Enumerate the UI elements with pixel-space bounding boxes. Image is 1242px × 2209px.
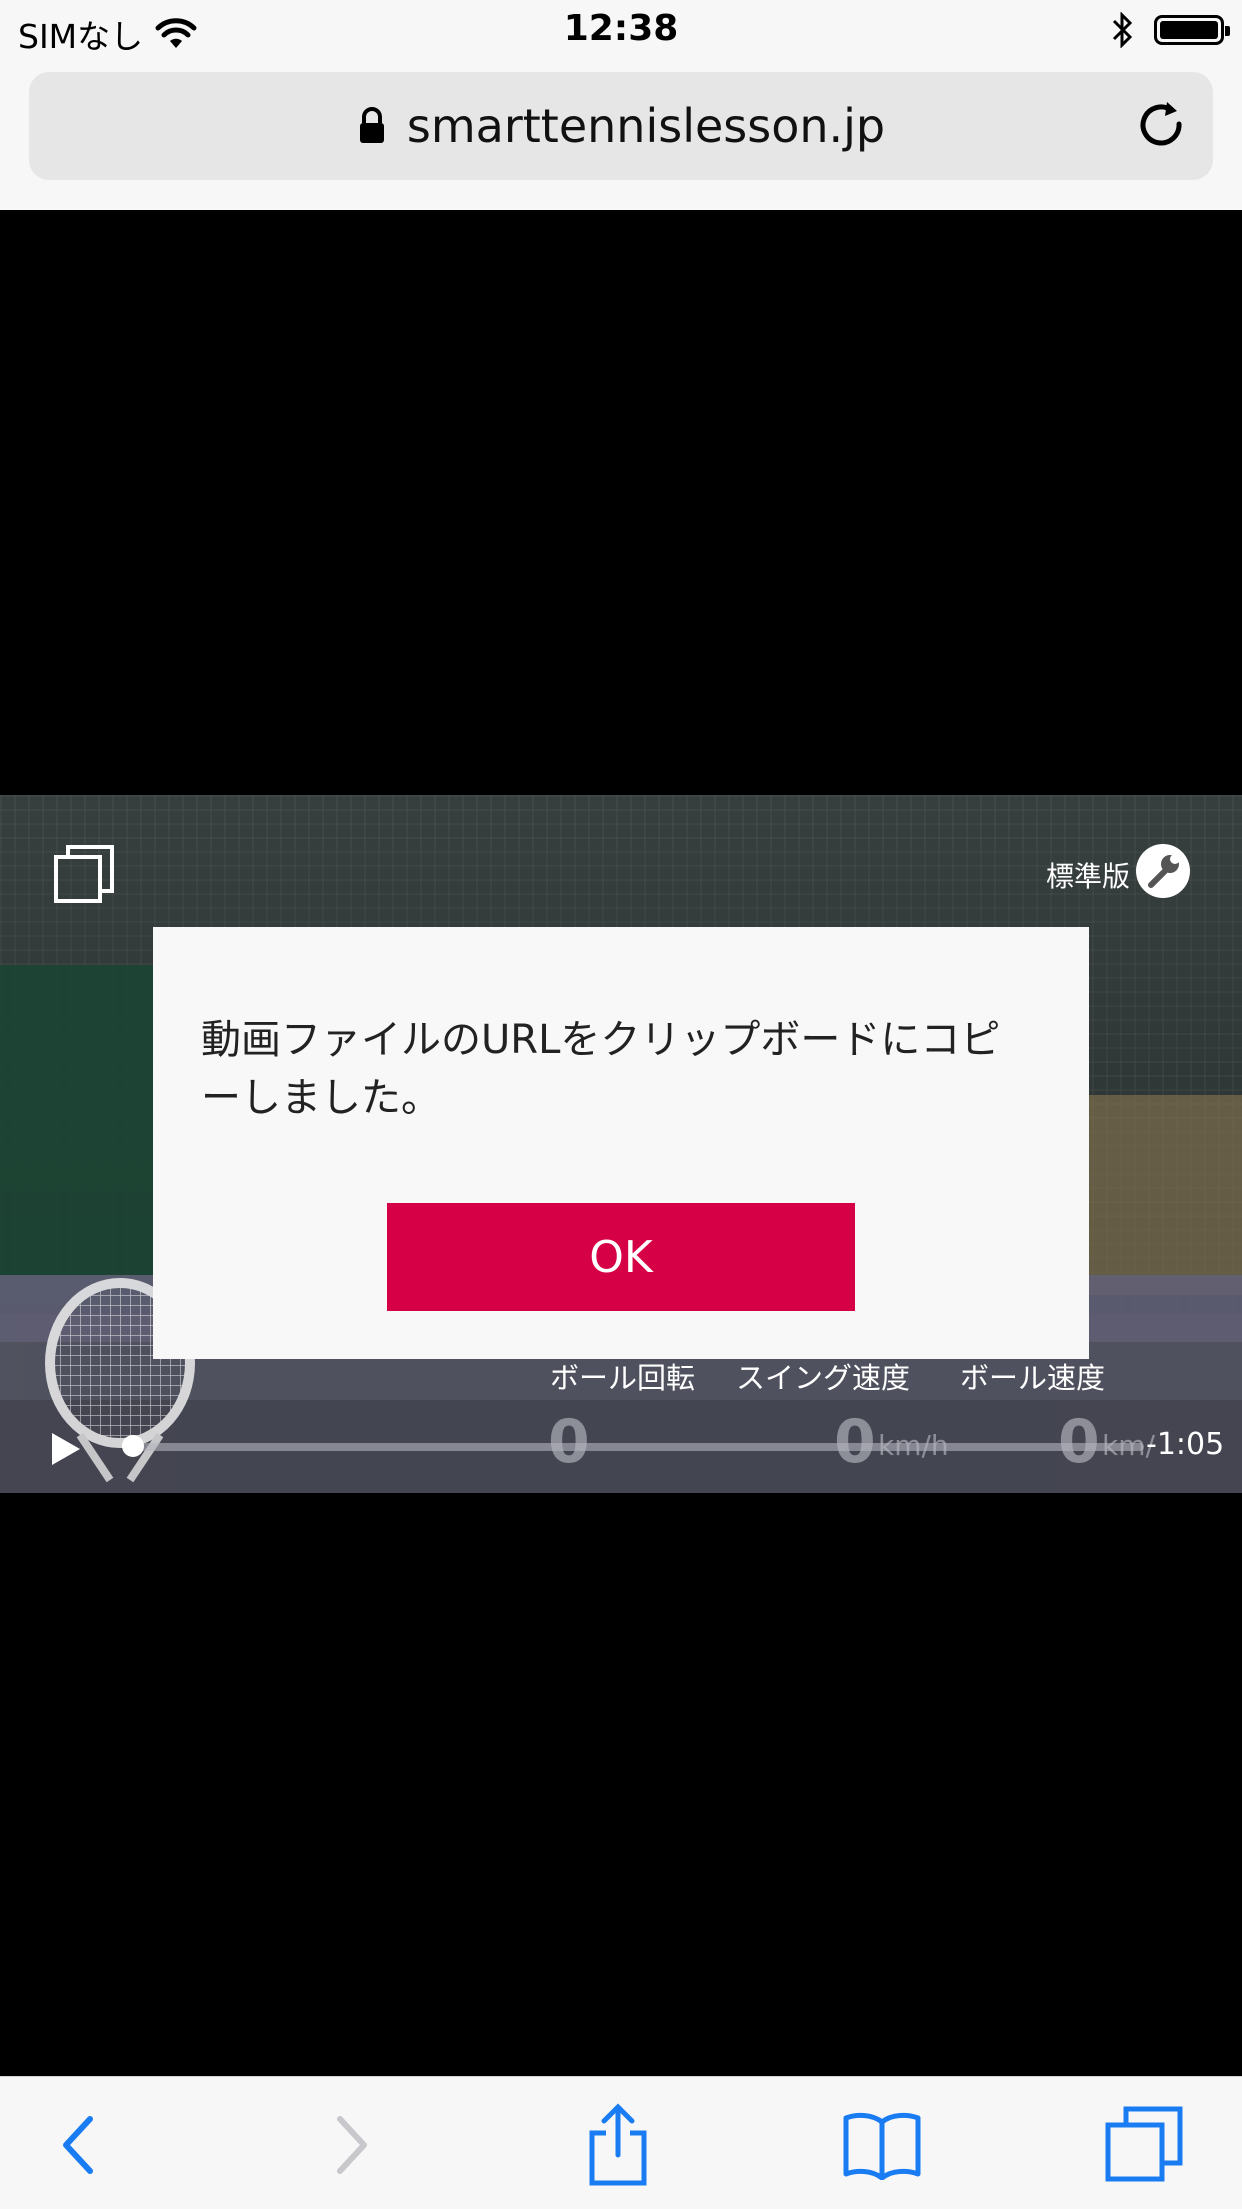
progress-knob[interactable] xyxy=(122,1435,144,1457)
stat-value-ball-speed: 0 xyxy=(1058,1407,1100,1477)
stat-value-ball-spin: 0 xyxy=(548,1407,590,1477)
stat-value-swing-speed: 0 xyxy=(834,1407,876,1477)
stat-label-ball-spin: ボール回転 xyxy=(550,1361,696,1395)
alert-dialog: 動画ファイルのURLをクリップボードにコピーしました。 OK xyxy=(153,927,1089,1359)
lock-icon xyxy=(359,107,384,143)
status-bar: SIMなし 12:38 xyxy=(0,0,1242,62)
battery-icon xyxy=(1154,15,1230,45)
browser-toolbar xyxy=(0,2076,1242,2209)
progress-track[interactable] xyxy=(134,1443,1144,1451)
time-remaining: -1:05 xyxy=(1146,1427,1225,1462)
dialog-message: 動画ファイルのURLをクリップボードにコピーしました。 xyxy=(201,1017,1001,1121)
forward-button[interactable] xyxy=(312,2105,392,2185)
share-icon xyxy=(589,2103,647,2186)
status-time: 12:38 xyxy=(563,8,679,49)
back-button[interactable] xyxy=(38,2105,118,2185)
reload-icon[interactable] xyxy=(1133,96,1193,156)
bookmarks-icon xyxy=(843,2112,921,2180)
stat-label-ball-speed: ボール速度 xyxy=(960,1361,1106,1395)
tabs-icon xyxy=(1105,2106,1183,2182)
wrench-icon[interactable] xyxy=(1135,843,1191,899)
play-icon[interactable] xyxy=(46,1429,86,1469)
forward-icon xyxy=(337,2116,367,2174)
share-button[interactable] xyxy=(578,2103,658,2186)
edition-label: 標準版 xyxy=(1046,860,1131,893)
url-text[interactable]: smarttennislesson.jp xyxy=(407,99,885,153)
status-right xyxy=(1110,12,1230,48)
picture-in-picture-icon[interactable] xyxy=(52,843,116,907)
ok-button[interactable]: OK xyxy=(387,1203,855,1311)
browser-header: smarttennislesson.jp xyxy=(0,62,1242,210)
address-bar[interactable]: smarttennislesson.jp xyxy=(29,72,1213,180)
back-icon xyxy=(63,2116,93,2174)
stat-label-swing-speed: スイング速度 xyxy=(736,1361,911,1395)
bluetooth-icon xyxy=(1112,12,1133,48)
bookmarks-button[interactable] xyxy=(842,2105,922,2185)
tabs-button[interactable] xyxy=(1104,2105,1184,2185)
